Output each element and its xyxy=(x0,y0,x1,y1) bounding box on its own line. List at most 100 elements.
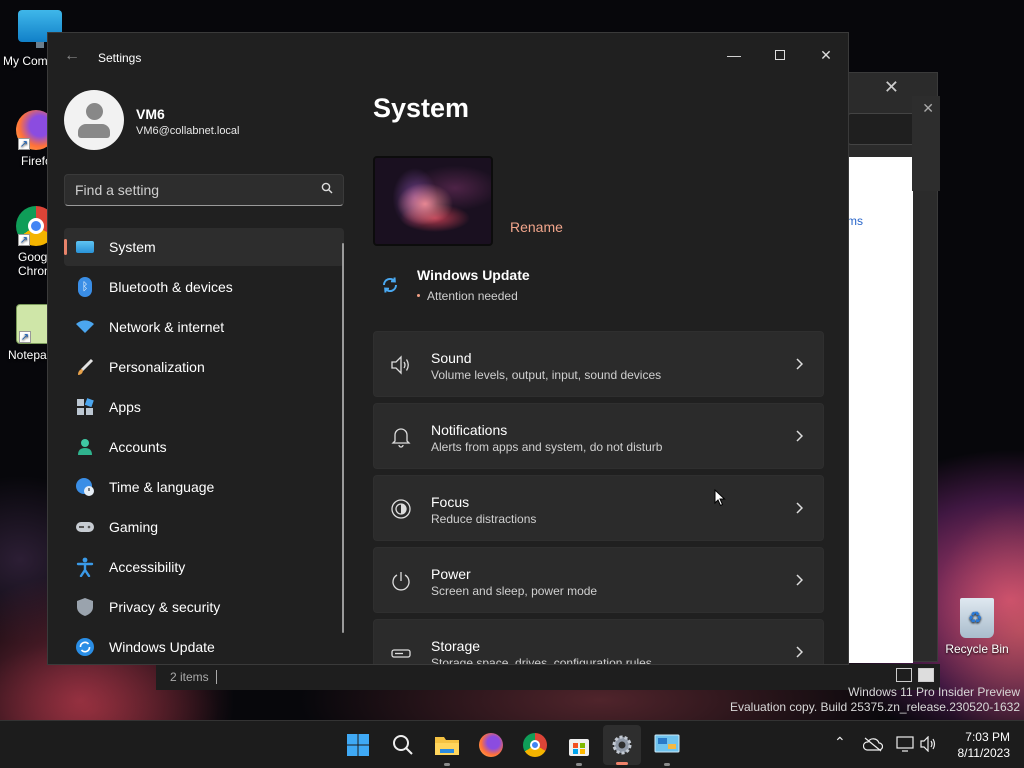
card-subtitle: Reduce distractions xyxy=(431,512,537,526)
profile-name[interactable]: VM6 xyxy=(136,106,165,122)
chevron-right-icon xyxy=(796,430,803,442)
chevron-right-icon xyxy=(796,646,803,658)
page-title: System xyxy=(373,93,470,123)
taskbar-chrome[interactable] xyxy=(521,731,549,759)
explorer-content-pane: ms xyxy=(847,157,913,663)
bluetooth-icon: ᛒ xyxy=(75,277,95,297)
chevron-right-icon xyxy=(796,502,803,514)
explorer-link[interactable]: ms xyxy=(847,214,863,228)
sidebar-item-apps[interactable]: Apps xyxy=(64,388,344,426)
chevron-up-icon[interactable]: ⌃ xyxy=(834,734,846,751)
card-storage[interactable]: Storage Storage space, drives, configura… xyxy=(373,619,824,665)
system-clock[interactable]: 7:03 PM 8/11/2023 xyxy=(958,729,1011,761)
clock-time: 7:03 PM xyxy=(965,730,1010,744)
taskbar: ⌃ 7:03 PM 8/11/2023 xyxy=(0,720,1024,768)
bell-icon xyxy=(391,428,411,448)
windows-update-title[interactable]: Windows Update xyxy=(417,267,530,283)
details-view-icon[interactable] xyxy=(896,668,912,682)
gamepad-icon xyxy=(75,517,95,537)
chevron-right-icon xyxy=(796,358,803,370)
close-icon[interactable]: ✕ xyxy=(922,100,934,117)
desktop-icon-recycle-bin[interactable]: ♻ Recycle Bin xyxy=(942,598,1012,656)
network-icon[interactable] xyxy=(896,736,914,752)
desktop-thumbnail xyxy=(373,156,493,246)
status-badge xyxy=(417,294,420,297)
sidebar-item-personalization[interactable]: Personalization xyxy=(64,348,344,386)
tiles-view-icon[interactable] xyxy=(918,668,934,682)
settings-icon xyxy=(612,735,632,755)
close-icon[interactable]: ✕ xyxy=(884,77,899,98)
card-title: Storage xyxy=(431,638,481,654)
sidebar-item-accounts[interactable]: Accounts xyxy=(64,428,344,466)
sidebar-nav: System ᛒ Bluetooth & devices Network & i… xyxy=(64,228,344,664)
sidebar-item-privacy[interactable]: Privacy & security xyxy=(64,588,344,626)
sidebar-scrollbar[interactable] xyxy=(342,243,344,633)
update-icon xyxy=(75,637,95,657)
wifi-icon xyxy=(75,317,95,337)
accessibility-icon xyxy=(75,557,95,577)
title-bar[interactable]: ← Settings — ✕ xyxy=(48,33,848,81)
recycle-bin-icon: ♻ xyxy=(960,598,994,638)
card-subtitle: Screen and sleep, power mode xyxy=(431,584,598,598)
speaker-icon xyxy=(391,355,409,375)
maximize-button[interactable] xyxy=(757,39,803,71)
card-focus[interactable]: Focus Reduce distractions xyxy=(373,475,824,541)
sidebar-item-system[interactable]: System xyxy=(64,228,344,266)
minimize-button[interactable]: — xyxy=(711,39,757,71)
monitor-icon xyxy=(75,237,95,257)
profile-email: VM6@collabnet.local xyxy=(136,125,240,137)
rename-link[interactable]: Rename xyxy=(510,219,563,235)
card-notifications[interactable]: Notifications Alerts from apps and syste… xyxy=(373,403,824,469)
update-icon xyxy=(382,277,398,293)
card-subtitle: Volume levels, output, input, sound devi… xyxy=(431,368,662,382)
card-sound[interactable]: Sound Volume levels, output, input, soun… xyxy=(373,331,824,397)
sidebar-item-accessibility[interactable]: Accessibility xyxy=(64,548,344,586)
sidebar-item-gaming[interactable]: Gaming xyxy=(64,508,344,546)
avatar[interactable] xyxy=(64,90,124,150)
maximize-icon xyxy=(775,50,785,60)
globe-clock-icon xyxy=(75,477,95,497)
sidebar-item-time-language[interactable]: Time & language xyxy=(64,468,344,506)
volume-icon[interactable] xyxy=(920,736,938,752)
sidebar-item-windows-update[interactable]: Windows Update xyxy=(64,628,344,664)
item-count: 2 items xyxy=(170,670,209,684)
clock-date: 8/11/2023 xyxy=(957,746,1011,760)
sidebar-item-network[interactable]: Network & internet xyxy=(64,308,344,346)
settings-window[interactable]: ← Settings — ✕ VM6 VM6@collabnet.local S… xyxy=(47,32,849,665)
taskbar-search-button[interactable] xyxy=(389,731,417,759)
person-icon xyxy=(75,437,95,457)
apps-icon xyxy=(75,397,95,417)
search-icon xyxy=(321,182,333,194)
chrome-icon xyxy=(523,733,547,757)
search-input[interactable] xyxy=(75,175,315,205)
taskbar-firefox[interactable] xyxy=(477,731,505,759)
close-icon: ✕ xyxy=(820,46,832,63)
windows-watermark: Windows 11 Pro Insider Preview Evaluatio… xyxy=(730,685,1020,714)
mouse-cursor-icon xyxy=(714,489,726,507)
focus-icon xyxy=(391,499,411,519)
firefox-icon xyxy=(479,733,503,757)
store-icon xyxy=(569,739,589,756)
search-box[interactable] xyxy=(64,174,344,206)
window-title: Settings xyxy=(98,51,142,65)
start-button[interactable] xyxy=(344,731,372,759)
taskbar-file-explorer[interactable] xyxy=(433,731,461,766)
settings-cards: Sound Volume levels, output, input, soun… xyxy=(373,331,824,665)
file-explorer-icon xyxy=(435,737,459,755)
sidebar-item-bluetooth[interactable]: ᛒ Bluetooth & devices xyxy=(64,268,344,306)
close-button[interactable]: ✕ xyxy=(803,39,848,71)
card-title: Focus xyxy=(431,494,470,510)
onedrive-icon[interactable] xyxy=(863,736,883,752)
start-icon xyxy=(347,734,369,756)
taskbar-store[interactable] xyxy=(565,731,593,766)
taskbar-control-panel[interactable] xyxy=(653,731,681,766)
back-arrow-icon[interactable]: ← xyxy=(64,47,80,65)
card-power[interactable]: Power Screen and sleep, power mode xyxy=(373,547,824,613)
card-title: Notifications xyxy=(431,422,508,438)
background-window-edge: ✕ xyxy=(912,96,940,191)
control-panel-icon xyxy=(654,734,680,753)
brush-icon xyxy=(75,357,95,377)
taskbar-settings[interactable] xyxy=(603,725,641,765)
card-subtitle: Storage space, drives, configuration rul… xyxy=(431,656,652,665)
card-title: Sound xyxy=(431,350,472,366)
